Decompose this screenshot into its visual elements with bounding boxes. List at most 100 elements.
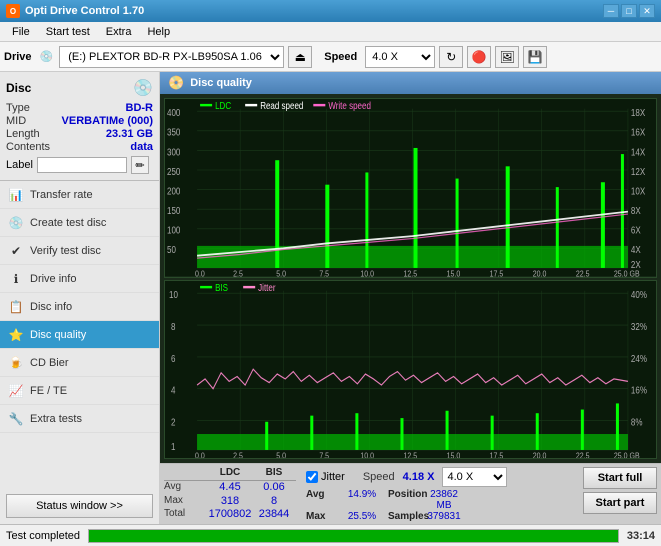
svg-text:32%: 32% (631, 321, 647, 332)
cd-bier-icon: 🍺 (8, 355, 24, 371)
nav-disc-info[interactable]: 📋 Disc info (0, 293, 159, 321)
start-buttons: Start full Start part (583, 467, 657, 522)
drive-select[interactable]: (E:) PLEXTOR BD-R PX-LB950SA 1.06 (59, 46, 284, 68)
jitter-avg: 14.9% (340, 489, 384, 511)
mid-label: MID (6, 115, 26, 127)
refresh-button[interactable]: ↻ (439, 46, 463, 68)
status-bar: Test completed 33:14 (0, 524, 661, 546)
svg-text:40%: 40% (631, 289, 647, 300)
speed-label-stat: Speed (363, 471, 395, 483)
nav-create-test-disc-label: Create test disc (30, 217, 106, 229)
svg-text:0.0: 0.0 (195, 269, 205, 277)
jitter-checkbox-label[interactable]: Jitter (306, 471, 345, 483)
menu-start-test[interactable]: Start test (38, 24, 98, 40)
eject-button[interactable]: ⏏ (288, 46, 312, 68)
save-button[interactable]: 💾 (523, 46, 547, 68)
drive-info-icon: ℹ (8, 271, 24, 287)
burn-button[interactable]: 🔴 (467, 46, 491, 68)
svg-text:4: 4 (171, 384, 175, 395)
menu-file[interactable]: File (4, 24, 38, 40)
nav-cd-bier[interactable]: 🍺 CD Bier (0, 349, 159, 377)
svg-text:6X: 6X (631, 225, 641, 236)
disc-title: Disc (6, 81, 31, 95)
svg-text:1: 1 (171, 441, 175, 452)
svg-text:5.0: 5.0 (276, 450, 286, 458)
start-full-button[interactable]: Start full (583, 467, 657, 489)
length-label: Length (6, 128, 40, 140)
total-bis: 23844 (252, 508, 296, 522)
nav-disc-quality-label: Disc quality (30, 329, 86, 341)
chart-header-icon: 📀 (168, 75, 184, 91)
svg-text:7.5: 7.5 (319, 269, 329, 277)
chart-title: Disc quality (190, 77, 252, 89)
nav-transfer-rate-label: Transfer rate (30, 189, 93, 201)
nav-fe-te[interactable]: 📈 FE / TE (0, 377, 159, 405)
time-text: 33:14 (627, 530, 655, 542)
settings-button[interactable]: 🖼 (495, 46, 519, 68)
progress-bar (89, 530, 618, 542)
svg-text:25.0 GB: 25.0 GB (614, 269, 640, 277)
position-label: Position (388, 489, 418, 511)
svg-text:200: 200 (167, 186, 180, 197)
svg-text:8X: 8X (631, 205, 641, 216)
nav-extra-tests-label: Extra tests (30, 413, 82, 425)
ldc-col-header (164, 467, 208, 481)
total-ldc: 1700802 (208, 508, 252, 522)
svg-text:0.0: 0.0 (195, 450, 205, 458)
label-input[interactable] (37, 157, 127, 173)
nav-verify-test-disc[interactable]: ✔ Verify test disc (0, 237, 159, 265)
drive-icon: 💿 (40, 50, 54, 63)
position-value: 23862 MB (422, 489, 466, 511)
nav-extra-tests[interactable]: 🔧 Extra tests (0, 405, 159, 433)
svg-text:2.5: 2.5 (233, 269, 243, 277)
svg-text:12.5: 12.5 (403, 450, 417, 458)
status-window-button[interactable]: Status window >> (6, 494, 153, 518)
menu-extra[interactable]: Extra (98, 24, 140, 40)
jitter-max: 25.5% (340, 511, 384, 522)
type-value: BD-R (126, 102, 154, 114)
maximize-button[interactable]: □ (621, 4, 637, 18)
speed-select[interactable]: 4.0 X (365, 46, 435, 68)
charts-area: 400 350 300 250 200 150 100 50 18X 16X 1… (160, 94, 661, 463)
nav-drive-info[interactable]: ℹ Drive info (0, 265, 159, 293)
svg-text:24%: 24% (631, 353, 647, 364)
svg-text:20.0: 20.0 (533, 450, 547, 458)
nav-cd-bier-label: CD Bier (30, 357, 69, 369)
svg-text:8: 8 (171, 321, 175, 332)
fe-te-icon: 📈 (8, 383, 24, 399)
close-button[interactable]: ✕ (639, 4, 655, 18)
menu-bar: File Start test Extra Help (0, 22, 661, 42)
svg-text:2: 2 (171, 416, 175, 427)
svg-text:22.5: 22.5 (576, 269, 590, 277)
svg-text:350: 350 (167, 127, 180, 138)
avg-label: Avg (164, 481, 208, 495)
jitter-checkbox[interactable] (306, 471, 318, 483)
nav-create-test-disc[interactable]: 💿 Create test disc (0, 209, 159, 237)
label-edit-button[interactable]: ✏ (131, 156, 149, 174)
speed-select-stat[interactable]: 4.0 X (442, 467, 507, 487)
samples-value: 379831 (422, 511, 466, 522)
svg-text:15.0: 15.0 (447, 450, 461, 458)
svg-text:17.5: 17.5 (490, 269, 504, 277)
total-label: Total (164, 508, 208, 522)
svg-text:Write speed: Write speed (328, 100, 371, 111)
create-test-disc-icon: 💿 (8, 215, 24, 231)
speed-label: Speed (324, 51, 357, 63)
svg-text:10.0: 10.0 (360, 269, 374, 277)
minimize-button[interactable]: ─ (603, 4, 619, 18)
content-area: 📀 Disc quality (160, 72, 661, 524)
max-label: Max (164, 495, 208, 509)
menu-help[interactable]: Help (139, 24, 178, 40)
svg-text:10X: 10X (631, 186, 645, 197)
jitter-label: Jitter (321, 471, 345, 483)
nav-verify-test-disc-label: Verify test disc (30, 245, 101, 257)
avg-bis: 0.06 (252, 481, 296, 495)
start-part-button[interactable]: Start part (583, 492, 657, 514)
max-ldc: 318 (208, 495, 252, 509)
ldc-header: LDC (208, 467, 252, 481)
svg-text:BIS: BIS (215, 282, 228, 293)
svg-text:150: 150 (167, 205, 180, 216)
nav-disc-quality[interactable]: ⭐ Disc quality (0, 321, 159, 349)
nav-transfer-rate[interactable]: 📊 Transfer rate (0, 181, 159, 209)
svg-text:15.0: 15.0 (447, 269, 461, 277)
